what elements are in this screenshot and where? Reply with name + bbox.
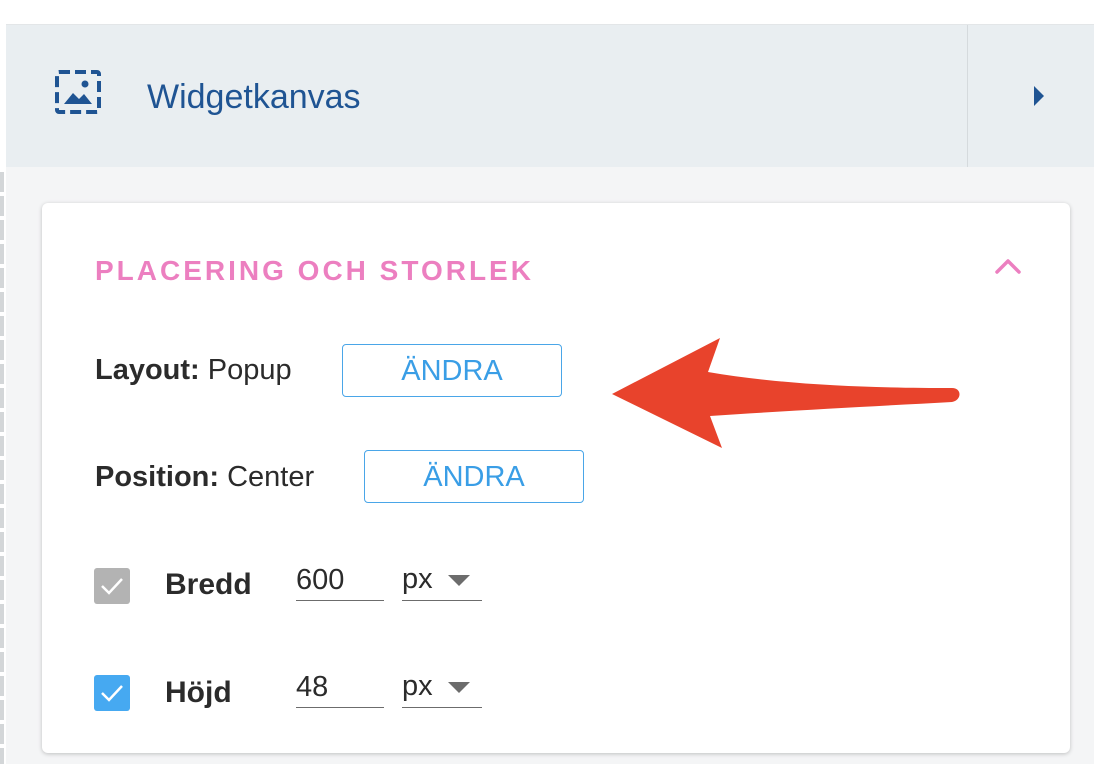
position-value: Center	[227, 461, 315, 493]
position-change-button[interactable]: ÄNDRA	[364, 450, 584, 503]
width-input[interactable]	[296, 561, 384, 601]
widget-canvas-header[interactable]: Widgetkanvas	[6, 25, 1094, 167]
layout-label: Layout: Popup	[95, 352, 292, 388]
checkmark-icon	[101, 578, 123, 595]
expand-button[interactable]	[968, 25, 1094, 167]
top-strip	[0, 0, 1094, 25]
chevron-down-icon	[448, 682, 470, 693]
layout-value: Popup	[207, 354, 292, 386]
caret-right-icon	[1034, 86, 1044, 106]
layout-change-button[interactable]: ÄNDRA	[342, 344, 562, 397]
chevron-down-icon	[448, 575, 470, 586]
collapse-button[interactable]	[988, 251, 1028, 281]
position-label: Position: Center	[95, 459, 314, 495]
layout-key: Layout:	[95, 354, 200, 386]
height-unit-value: px	[402, 670, 433, 702]
header-title: Widgetkanvas	[147, 78, 361, 116]
left-edge-dashes	[0, 172, 4, 764]
section-title: PLACERING OCH STORLEK	[95, 255, 534, 286]
placement-size-card: PLACERING OCH STORLEK Layout: Popup ÄNDR…	[42, 203, 1070, 753]
width-checkbox[interactable]	[94, 568, 130, 604]
height-input[interactable]	[296, 668, 384, 708]
chevron-up-icon	[995, 259, 1021, 274]
height-unit-select[interactable]: px	[402, 668, 482, 708]
annotation-arrow	[612, 338, 960, 448]
position-key: Position:	[95, 461, 220, 493]
height-checkbox[interactable]	[94, 675, 130, 711]
width-unit-select[interactable]: px	[402, 561, 482, 601]
image-frame-icon	[54, 69, 102, 115]
width-label: Bredd	[165, 568, 252, 601]
height-label: Höjd	[165, 676, 232, 709]
checkmark-icon	[101, 685, 123, 702]
width-unit-value: px	[402, 563, 433, 595]
